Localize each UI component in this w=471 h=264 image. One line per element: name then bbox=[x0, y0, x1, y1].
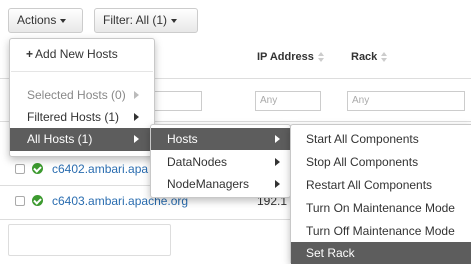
host-filter-input[interactable] bbox=[150, 91, 202, 111]
rack-header-label: Rack bbox=[351, 51, 378, 63]
selected-hosts-item[interactable]: Selected Hosts (0) bbox=[10, 84, 154, 106]
all-hosts-label: All Hosts (1) bbox=[27, 132, 93, 146]
selected-hosts-label: Selected Hosts (0) bbox=[27, 88, 126, 102]
all-hosts-item[interactable]: All Hosts (1) bbox=[10, 128, 154, 151]
add-new-hosts-item[interactable]: + Add New Hosts bbox=[10, 43, 154, 65]
add-new-hosts-label: Add New Hosts bbox=[35, 47, 118, 61]
status-ok-icon bbox=[32, 163, 43, 174]
set-rack-item[interactable]: Set Rack bbox=[291, 242, 471, 264]
nodemanagers-item[interactable]: NodeManagers bbox=[151, 173, 290, 195]
filter-button-label: Filter: bbox=[103, 13, 133, 27]
datanodes-label: DataNodes bbox=[167, 155, 228, 169]
turn-on-maintenance-mode-item[interactable]: Turn On Maintenance Mode bbox=[291, 197, 471, 219]
sort-icon bbox=[317, 52, 324, 63]
actions-button-label: Actions bbox=[17, 13, 57, 27]
filter-button[interactable]: Filter: All (1) bbox=[94, 8, 198, 33]
actions-menu: + Add New Hosts Selected Hosts (0) Filter… bbox=[9, 38, 155, 157]
caret-down-icon bbox=[171, 18, 178, 23]
stop-all-components-item[interactable]: Stop All Components bbox=[291, 151, 471, 173]
chevron-right-icon bbox=[275, 158, 280, 166]
datanodes-item[interactable]: DataNodes bbox=[151, 151, 290, 173]
hosts-submenu: Start All Components Stop All Components… bbox=[290, 124, 471, 264]
filtered-hosts-label: Filtered Hosts (1) bbox=[27, 110, 120, 124]
ip-address-header[interactable]: IP Address bbox=[257, 51, 324, 63]
caret-down-icon bbox=[60, 18, 67, 23]
chevron-right-icon bbox=[134, 113, 139, 121]
menu-divider bbox=[11, 71, 153, 72]
row-checkbox[interactable] bbox=[15, 164, 25, 174]
rack-filter-input[interactable]: Any bbox=[347, 91, 465, 111]
filter-button-value: All (1) bbox=[135, 13, 168, 27]
component-submenu: Hosts DataNodes NodeManagers bbox=[150, 124, 291, 198]
nodemanagers-label: NodeManagers bbox=[167, 177, 250, 191]
rack-header[interactable]: Rack bbox=[351, 51, 388, 63]
filtered-hosts-item[interactable]: Filtered Hosts (1) bbox=[10, 106, 154, 128]
chevron-right-icon bbox=[275, 180, 280, 188]
turn-off-maintenance-mode-item[interactable]: Turn Off Maintenance Mode bbox=[291, 220, 471, 242]
plus-icon: + bbox=[26, 47, 34, 61]
pagination-area bbox=[8, 224, 171, 256]
host-link[interactable]: c6402.ambari.apa bbox=[52, 162, 148, 176]
start-all-components-item[interactable]: Start All Components bbox=[291, 128, 471, 150]
chevron-right-icon bbox=[134, 135, 139, 143]
ip-address-header-label: IP Address bbox=[257, 51, 314, 63]
row-checkbox[interactable] bbox=[15, 196, 25, 206]
chevron-right-icon bbox=[134, 91, 139, 99]
chevron-right-icon bbox=[275, 135, 280, 143]
restart-all-components-item[interactable]: Restart All Components bbox=[291, 174, 471, 196]
sort-icon bbox=[381, 52, 388, 63]
ip-filter-input[interactable]: Any bbox=[255, 91, 321, 111]
actions-button[interactable]: Actions bbox=[8, 8, 83, 33]
status-ok-icon bbox=[32, 195, 43, 206]
hosts-item[interactable]: Hosts bbox=[151, 128, 290, 150]
hosts-label: Hosts bbox=[167, 132, 198, 146]
